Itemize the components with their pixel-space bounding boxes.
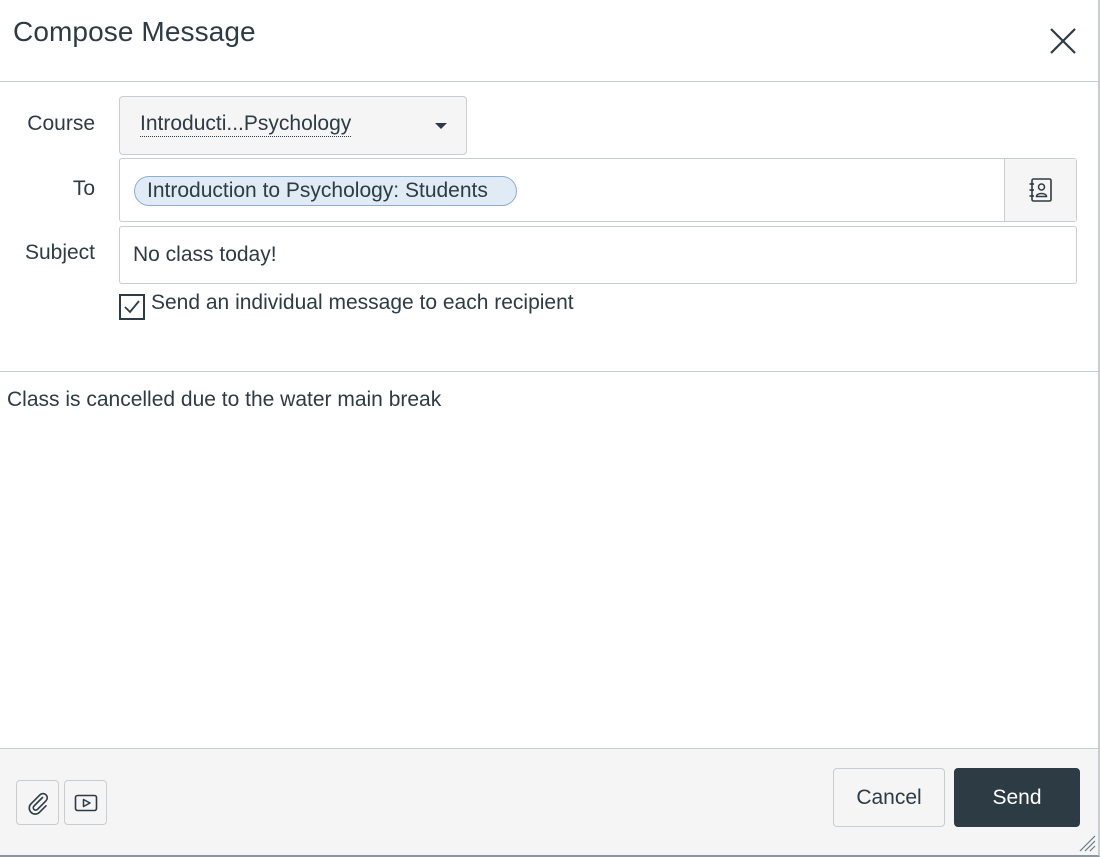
record-media-button[interactable] bbox=[64, 780, 107, 825]
resize-grip-icon bbox=[1079, 835, 1096, 852]
close-button[interactable] bbox=[1046, 24, 1080, 58]
paperclip-icon bbox=[28, 792, 49, 815]
individual-message-checkbox[interactable] bbox=[119, 294, 145, 320]
course-label: Course bbox=[27, 112, 95, 135]
close-icon bbox=[1050, 28, 1076, 54]
dialog-footer: Cancel Send bbox=[0, 748, 1098, 855]
chevron-down-icon bbox=[435, 123, 447, 129]
course-select[interactable]: Introducti...Psychology bbox=[119, 96, 467, 155]
resize-handle[interactable] bbox=[1076, 832, 1096, 852]
send-button[interactable]: Send bbox=[954, 768, 1080, 827]
course-select-value: Introducti...Psychology bbox=[140, 112, 352, 137]
address-book-button[interactable] bbox=[1004, 159, 1076, 221]
message-body[interactable]: Class is cancelled due to the water main… bbox=[0, 372, 1098, 748]
cancel-button[interactable]: Cancel bbox=[833, 768, 945, 827]
checkmark-icon bbox=[124, 300, 140, 314]
to-label: To bbox=[72, 177, 95, 200]
to-field[interactable]: Introduction to Psychology: Students bbox=[119, 158, 1077, 222]
address-book-icon bbox=[1029, 178, 1052, 202]
media-icon bbox=[74, 794, 98, 812]
compose-message-dialog: Compose Message Course Introducti...Psyc… bbox=[0, 0, 1100, 857]
subject-input[interactable] bbox=[120, 227, 1076, 283]
message-body-text: Class is cancelled due to the water main… bbox=[7, 388, 442, 411]
recipient-token[interactable]: Introduction to Psychology: Students bbox=[134, 176, 517, 206]
subject-label: Subject bbox=[24, 241, 95, 264]
individual-message-label[interactable]: Send an individual message to each recip… bbox=[151, 291, 574, 315]
dialog-header: Compose Message bbox=[0, 0, 1098, 82]
attach-file-button[interactable] bbox=[16, 780, 59, 825]
dialog-title: Compose Message bbox=[13, 16, 256, 47]
subject-field[interactable] bbox=[119, 226, 1077, 284]
